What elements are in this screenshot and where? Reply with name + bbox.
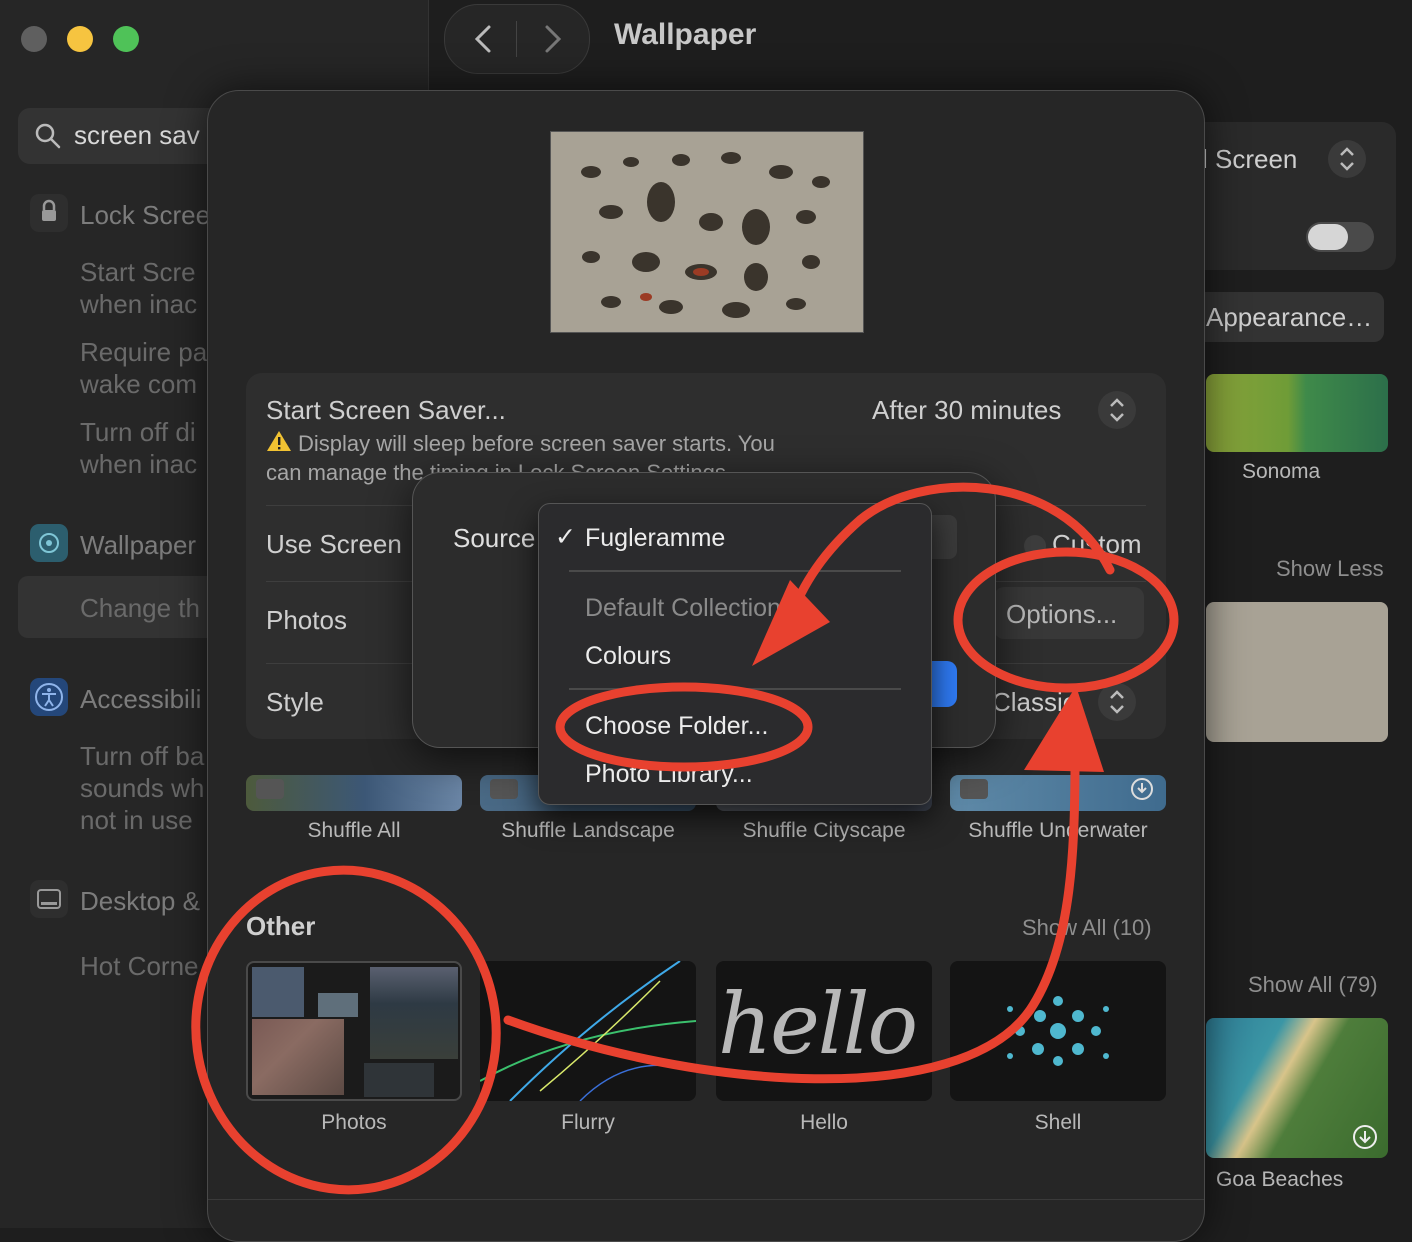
minimize-button[interactable] [67,26,93,52]
sonoma-label: Sonoma [1242,460,1321,483]
sidebar-subitem-change-wallpaper[interactable]: Change th [80,592,200,624]
lock-icon [30,194,68,232]
chevron-up-down-icon[interactable] [1098,391,1136,429]
appearance-button-label: Appearance… [1206,302,1373,332]
download-icon[interactable] [1352,1124,1378,1150]
screen-saver-preview [550,131,864,333]
search-value: screen sav [74,120,200,150]
custom-radio[interactable] [1024,535,1046,557]
shell-tile[interactable] [950,961,1166,1101]
shuffle-caption: Shuffle Underwater [968,819,1148,842]
menu-section-header: Default Collections: [585,594,801,622]
options-button-label: Options... [1006,599,1118,629]
other-caption: Flurry [561,1111,615,1134]
sidebar-item-accessibility[interactable]: Accessibili [80,684,201,715]
menu-separator [569,688,901,690]
start-screen-saver-value[interactable]: After 30 minutes [872,395,1061,426]
video-icon [490,779,518,799]
flurry-tile[interactable] [480,961,696,1101]
chevron-left-icon[interactable] [469,23,499,55]
accessibility-icon [30,678,68,716]
start-screen-saver-label: Start Screen Saver... [266,395,506,425]
style-label: Style [266,687,324,717]
desktop-dock-icon [30,880,68,918]
window-title: Wallpaper [614,18,757,51]
hello-tile[interactable]: hello [716,961,932,1101]
show-all-79-link[interactable]: Show All (79) [1248,972,1378,998]
zoom-button[interactable] [113,26,139,52]
use-screen-label: Use Screen [266,529,402,559]
menu-item-choose-folder[interactable]: Choose Folder... [585,712,768,741]
birds-thumbnail[interactable] [1206,602,1388,742]
sidebar-subitem[interactable]: Require pa wake com [80,336,207,400]
checkmark-icon: ✓ [555,523,576,551]
other-section-title: Other [246,911,316,941]
back-forward-nav [444,4,590,74]
sidebar-item-wallpaper[interactable]: Wallpaper [80,530,196,561]
screen-select[interactable]: l Screen [1202,144,1297,175]
video-icon [960,779,988,799]
other-caption: Hello [800,1111,848,1134]
sidebar-subitem[interactable]: Start Scre when inac [80,256,197,320]
other-caption: Photos [321,1111,387,1134]
search-icon [35,123,61,149]
show-less-link[interactable]: Show Less [1276,556,1384,582]
chevron-up-down-icon[interactable] [1328,140,1366,178]
style-value[interactable]: Classic [992,687,1076,718]
shuffle-caption: Shuffle All [307,819,401,842]
shuffle-caption: Shuffle Landscape [501,819,675,842]
other-caption: Shell [1034,1111,1082,1134]
chevron-right-icon[interactable] [537,23,567,55]
chevron-up-down-icon[interactable] [1098,683,1136,721]
sonoma-thumbnail[interactable] [1206,374,1388,452]
nav-divider [516,21,517,57]
hello-text: hello [718,975,918,1073]
toggle-switch[interactable] [1306,222,1374,252]
close-button[interactable] [21,26,47,52]
menu-item-fugleramme[interactable]: Fugleramme [585,524,725,553]
right-pane: l Screen Appearance… Sonoma Show Less Sh… [1188,0,1412,1228]
sidebar-item-lock-screen[interactable]: Lock Scree [80,200,210,231]
photos-tile[interactable] [246,961,462,1101]
source-dropdown-menu: ✓ Fugleramme Default Collections: Colour… [538,503,932,805]
sidebar-subitem[interactable]: Turn off ba sounds wh not in use [80,740,204,836]
menu-item-colours[interactable]: Colours [585,642,671,671]
source-label: Source [453,523,536,553]
custom-label: Custom [1052,529,1142,559]
menu-item-photo-library[interactable]: Photo Library... [585,760,753,789]
wallpaper-icon [30,524,68,562]
sidebar-subitem-hot-corners[interactable]: Hot Corne [80,950,199,982]
menu-separator [569,570,901,572]
shuffle-caption: Shuffle Cityscape [742,819,906,842]
photos-label: Photos [266,605,347,635]
goa-beaches-label: Goa Beaches [1216,1168,1344,1191]
sidebar-item-desktop[interactable]: Desktop & [80,886,200,917]
video-icon [256,779,284,799]
divider [208,1199,1204,1200]
other-show-all-link[interactable]: Show All (10) [1022,915,1152,941]
sidebar-subitem[interactable]: Turn off di when inac [80,416,197,480]
download-icon[interactable] [1130,777,1154,801]
